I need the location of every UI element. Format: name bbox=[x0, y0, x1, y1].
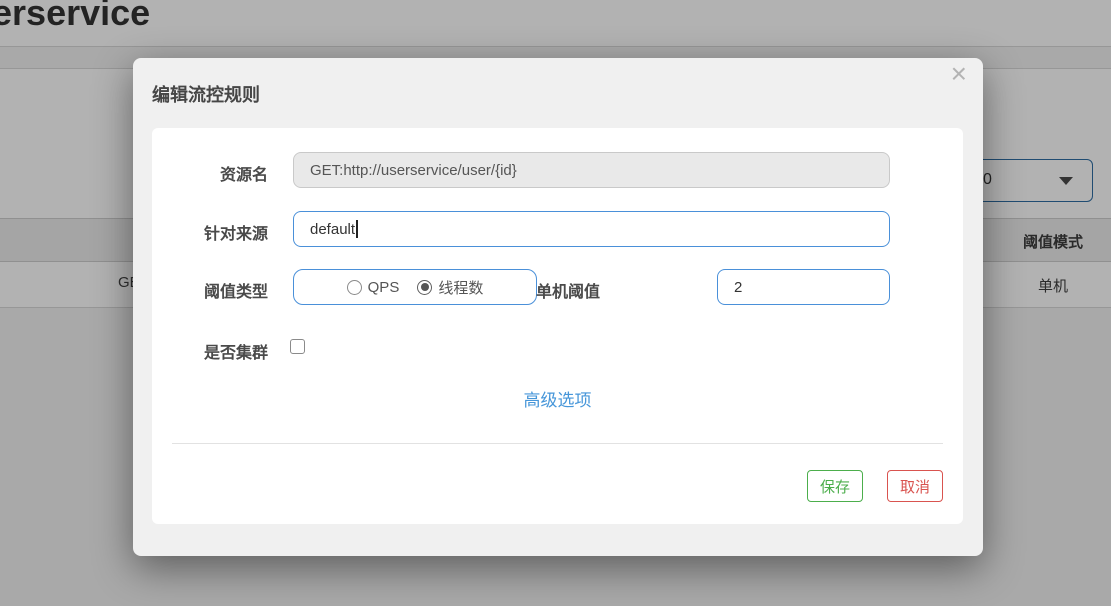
modal-footer: 保存 取消 bbox=[807, 470, 943, 502]
app-screen: userservice 0 阈值模式 GET:http://userservic… bbox=[0, 0, 1111, 606]
footer-divider bbox=[172, 443, 943, 444]
cluster-checkbox[interactable] bbox=[290, 339, 305, 354]
text-cursor bbox=[356, 220, 358, 238]
resource-input-value: GET:http://userservice/user/{id} bbox=[310, 162, 517, 179]
cluster-label: 是否集群 bbox=[152, 339, 268, 363]
grade-label: 阈值类型 bbox=[152, 278, 268, 302]
count-input[interactable]: 2 bbox=[717, 269, 890, 305]
radio-option-qps-label: QPS bbox=[368, 279, 400, 296]
radio-option-qps[interactable]: QPS bbox=[347, 279, 400, 296]
resource-input: GET:http://userservice/user/{id} bbox=[293, 152, 890, 188]
edit-flow-rule-modal: 编辑流控规则 × 资源名 GET:http://userservice/user… bbox=[133, 58, 983, 556]
radio-option-thread[interactable]: 线程数 bbox=[417, 277, 483, 298]
origin-label: 针对来源 bbox=[152, 220, 268, 244]
modal-title: 编辑流控规则 bbox=[152, 81, 260, 107]
resource-label: 资源名 bbox=[152, 161, 268, 185]
cancel-button[interactable]: 取消 bbox=[887, 470, 943, 502]
origin-input[interactable]: default bbox=[293, 211, 890, 247]
origin-input-value: default bbox=[310, 221, 355, 238]
save-button[interactable]: 保存 bbox=[807, 470, 863, 502]
count-label: 单机阈值 bbox=[487, 278, 600, 302]
count-input-value: 2 bbox=[734, 279, 742, 296]
radio-unchecked-icon[interactable] bbox=[347, 280, 362, 295]
advanced-options-link[interactable]: 高级选项 bbox=[152, 386, 963, 411]
radio-option-thread-label: 线程数 bbox=[438, 277, 483, 298]
close-icon[interactable]: × bbox=[951, 60, 967, 88]
radio-checked-icon[interactable] bbox=[417, 280, 432, 295]
modal-form-card: 资源名 GET:http://userservice/user/{id} 针对来… bbox=[152, 128, 963, 524]
